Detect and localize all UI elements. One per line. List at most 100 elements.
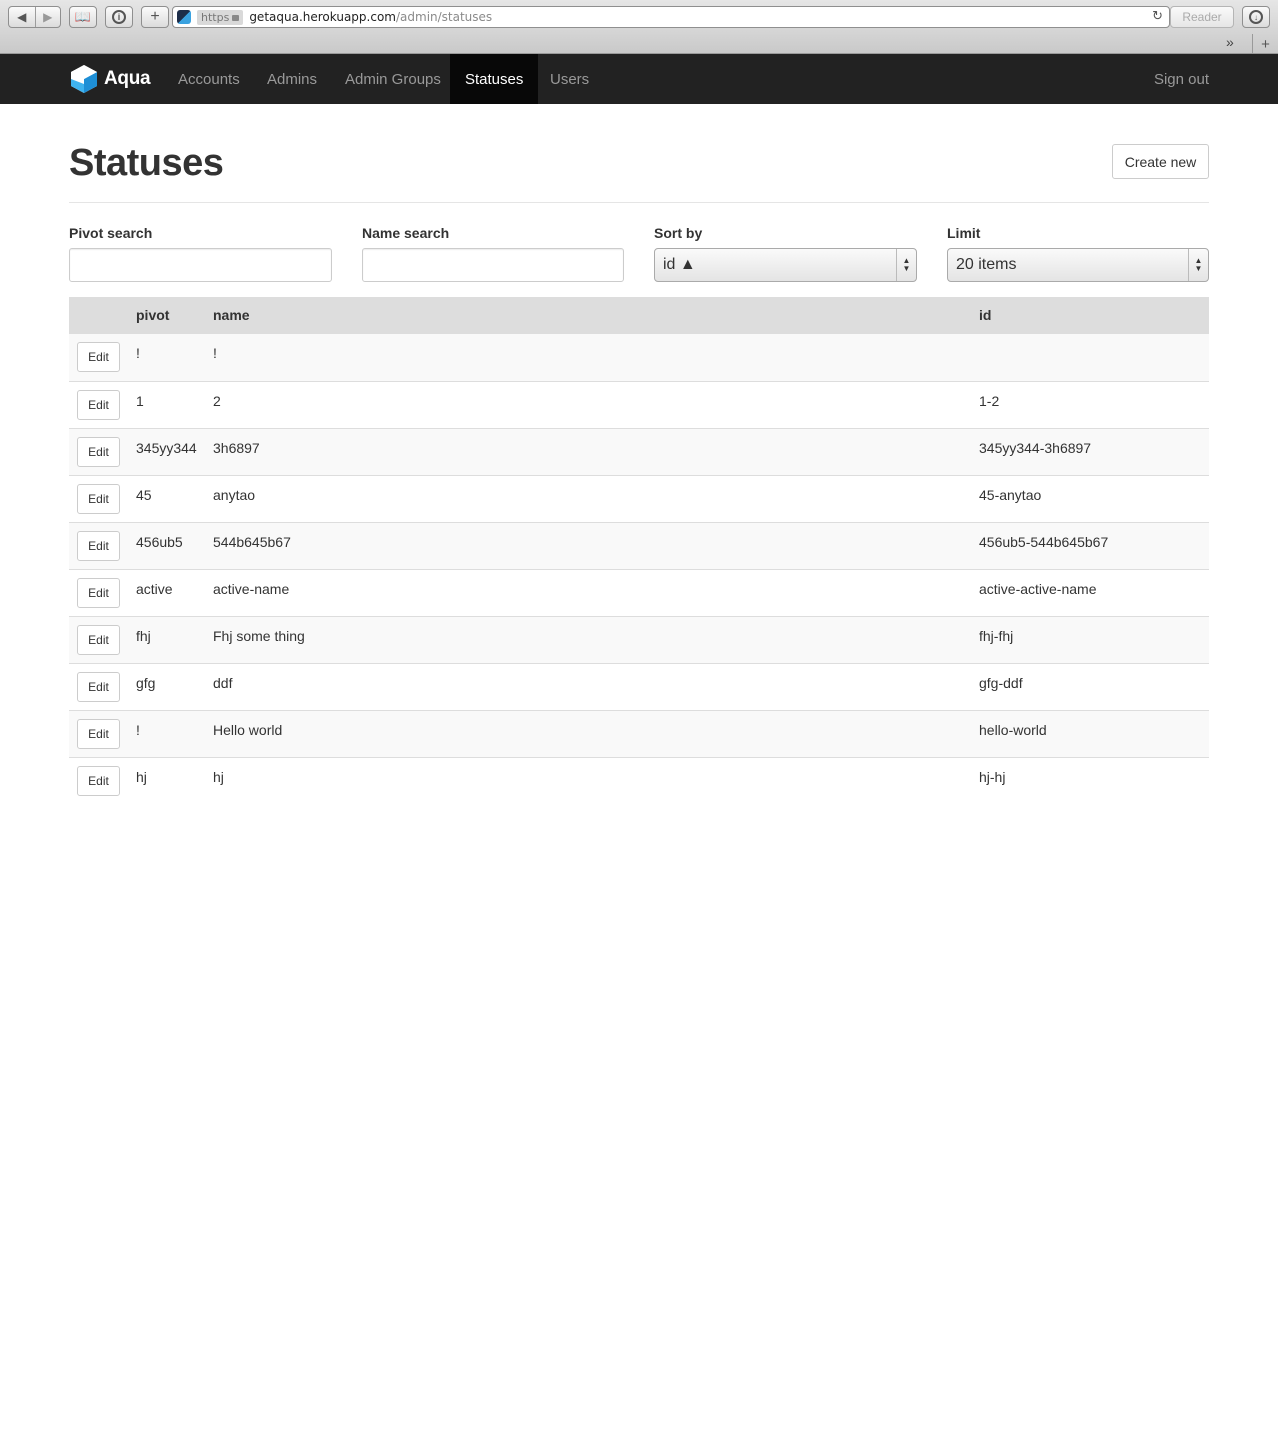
table-body: Edit!! Edit 1 2 1-2 Edit 345yy344 3h6897 345yy34… — [69, 334, 1209, 804]
info-icon: i — [112, 10, 126, 24]
cell-name: Hello world — [213, 722, 283, 738]
brand-link[interactable]: Aqua — [70, 64, 151, 94]
cell-name: 2 — [213, 393, 221, 409]
add-tab-icon: + — [1261, 35, 1270, 53]
cell-name: active-name — [213, 581, 290, 597]
sort-by-select[interactable]: id ▲ ▲ ▼ — [654, 248, 917, 282]
cell-id: 1-2 — [979, 393, 1000, 409]
edit-button[interactable]: Edit — [77, 390, 120, 420]
edit-button[interactable]: Edit — [77, 672, 120, 702]
sign-out-link[interactable]: Sign out — [1154, 54, 1209, 104]
edit-button[interactable]: Edit — [77, 719, 120, 749]
bookmarks-button[interactable]: 📖 — [69, 6, 97, 28]
column-header-name[interactable]: name — [213, 307, 250, 323]
back-icon: ◀ — [17, 10, 27, 24]
cell-id: active-active-name — [979, 581, 1097, 597]
new-tab-button[interactable]: + — [1252, 34, 1278, 54]
site-favicon-icon — [177, 10, 191, 24]
cell-pivot: 456ub5 — [136, 534, 183, 550]
url-host: getaqua.herokuapp.com — [249, 10, 396, 24]
sort-by-value: id ▲ — [663, 256, 696, 273]
nav-item-accounts[interactable]: Accounts — [163, 54, 255, 104]
table-row: Edit! Hello world hello-world — [69, 710, 1209, 757]
address-bar[interactable]: https getaqua.herokuapp.com /admin/statu… — [172, 6, 1170, 28]
edit-button[interactable]: Edit — [77, 342, 120, 372]
pivot-search-input[interactable] — [69, 248, 332, 282]
nav-item-users[interactable]: Users — [535, 54, 604, 104]
cell-name: 544b645b67 — [213, 534, 291, 550]
cell-name: ! — [213, 345, 217, 361]
cell-pivot: hj — [136, 769, 147, 785]
add-bookmark-button[interactable]: + — [141, 6, 169, 28]
cell-pivot: ! — [136, 722, 140, 738]
info-button[interactable]: i — [105, 6, 133, 28]
name-search-label: Name search — [362, 225, 450, 241]
edit-button[interactable]: Edit — [77, 484, 120, 514]
edit-button[interactable]: Edit — [77, 578, 120, 608]
bookmarks-icon: 📖 — [74, 9, 92, 24]
cell-pivot: gfg — [136, 675, 156, 691]
https-badge: https — [197, 9, 244, 25]
add-icon: + — [150, 8, 160, 25]
table-row: Edit 345yy344 3h6897 345yy344-3h6897 — [69, 428, 1209, 475]
forward-button[interactable]: ▶ — [34, 7, 61, 27]
cell-pivot: 345yy344 — [136, 440, 197, 456]
browser-toolbar: ◀ ▶ 📖 i + https getaqua.herokuapp.com /a… — [0, 0, 1278, 54]
chevron-icon[interactable]: » — [1226, 34, 1234, 50]
reader-button[interactable]: Reader — [1170, 6, 1234, 28]
nav-item-admins[interactable]: Admins — [252, 54, 332, 104]
limit-select[interactable]: 20 items ▲ ▼ — [947, 248, 1209, 282]
edit-button[interactable]: Edit — [77, 437, 120, 467]
table-row: Edit 1 2 1-2 — [69, 381, 1209, 428]
cell-id: hj-hj — [979, 769, 1006, 785]
cell-id: 45-anytao — [979, 487, 1042, 503]
url-path: /admin/statuses — [395, 10, 493, 24]
aqua-logo-icon — [71, 65, 97, 93]
pivot-search-label: Pivot search — [69, 225, 153, 241]
cell-name: Fhj some thing — [213, 628, 305, 644]
table-row: Edit gfg ddf gfg-ddf — [69, 663, 1209, 710]
create-new-button[interactable]: Create new — [1112, 144, 1209, 179]
cell-id: hello-world — [979, 722, 1047, 738]
table-row: Edit hj hj hj-hj — [69, 757, 1209, 804]
cell-name: ddf — [213, 675, 233, 691]
download-icon: ↓ — [1249, 10, 1263, 24]
edit-button[interactable]: Edit — [77, 625, 120, 655]
nav-item-admin-groups[interactable]: Admin Groups — [330, 54, 456, 104]
nav-item-statuses[interactable]: Statuses — [450, 54, 539, 104]
downloads-button[interactable]: ↓ — [1242, 6, 1270, 28]
select-arrows-icon: ▲ ▼ — [896, 249, 916, 281]
brand-name: Aqua — [104, 68, 151, 89]
cell-id: 456ub5-544b645b67 — [979, 534, 1109, 550]
url-scheme: https — [201, 10, 230, 24]
sort-by-label: Sort by — [654, 225, 703, 241]
lock-icon — [232, 15, 240, 21]
cell-pivot: 1 — [136, 393, 144, 409]
limit-label: Limit — [947, 225, 981, 241]
back-forward-buttons: ◀ ▶ — [8, 6, 61, 28]
cell-pivot: ! — [136, 345, 140, 361]
edit-button[interactable]: Edit — [77, 766, 120, 796]
back-button[interactable]: ◀ — [9, 7, 35, 27]
cell-name: 3h6897 — [213, 440, 260, 456]
navbar: Aqua Accounts Admins Admin Groups Status… — [0, 54, 1278, 104]
cell-name: hj — [213, 769, 224, 785]
cell-id: gfg-ddf — [979, 675, 1023, 691]
table-row: Edit 45 anytao 45-anytao — [69, 475, 1209, 522]
table-row: Edit fhj Fhj some thing fhj-fhj — [69, 616, 1209, 663]
name-search-input[interactable] — [362, 248, 624, 282]
cell-id: fhj-fhj — [979, 628, 1014, 644]
cell-name: anytao — [213, 487, 256, 503]
page-title: Statuses — [69, 142, 224, 184]
cell-pivot: 45 — [136, 487, 152, 503]
table-row: Edit 456ub5 544b645b67 456ub5-544b645b67 — [69, 522, 1209, 569]
select-arrows-icon: ▲ ▼ — [1188, 249, 1208, 281]
edit-button[interactable]: Edit — [77, 531, 120, 561]
reload-icon[interactable]: ↻ — [1152, 9, 1163, 24]
cell-pivot: active — [136, 581, 173, 597]
table-row: Edit!! — [69, 334, 1209, 381]
cell-pivot: fhj — [136, 628, 151, 644]
column-header-pivot[interactable]: pivot — [136, 307, 169, 323]
column-header-id[interactable]: id — [979, 307, 991, 323]
header-divider — [69, 202, 1209, 203]
